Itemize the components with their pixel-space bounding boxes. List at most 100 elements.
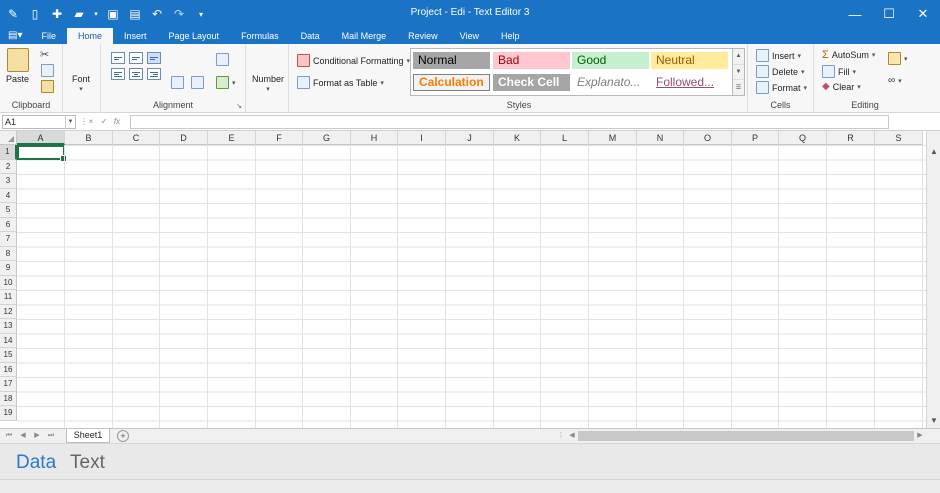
clear-button[interactable]: ◆ Clear ▾	[822, 81, 861, 92]
cancel-formula-button[interactable]: ×	[85, 115, 97, 129]
spreadsheet-grid[interactable]: A B C D E F G H I J K L M N O P Q R S 1 2 3 4 5 6 7 8 9 10 11 12 13 14 15…	[0, 131, 926, 428]
style-bad[interactable]: Bad	[493, 52, 570, 69]
row-header[interactable]: 10	[0, 275, 17, 290]
column-header[interactable]: H	[351, 131, 398, 145]
paste-button[interactable]: Paste	[6, 48, 29, 84]
row-header[interactable]: 6	[0, 217, 17, 232]
insert-function-button[interactable]: fx	[111, 115, 123, 129]
row-header[interactable]: 11	[0, 290, 17, 305]
name-box[interactable]: A1 ▼	[2, 115, 76, 129]
gallery-scroll-up-button[interactable]: ▲	[733, 49, 744, 65]
merge-center-button[interactable]: ▾	[216, 76, 236, 89]
row-header[interactable]: 12	[0, 304, 17, 319]
last-sheet-button[interactable]: ⏭	[45, 429, 57, 443]
style-good[interactable]: Good	[572, 52, 649, 69]
scroll-left-button[interactable]: ◀	[566, 429, 578, 443]
gallery-expand-button[interactable]: ☰	[733, 80, 744, 95]
sort-filter-button[interactable]: ▾	[888, 52, 908, 65]
row-header[interactable]: 14	[0, 333, 17, 348]
fill-button[interactable]: Fill ▾	[822, 65, 856, 78]
row-header[interactable]: 9	[0, 261, 17, 276]
sheet-tab[interactable]: Sheet1	[66, 429, 110, 443]
column-header[interactable]: G	[303, 131, 351, 145]
increase-indent-button[interactable]	[191, 76, 204, 89]
tab-formulas[interactable]: Formulas	[230, 28, 290, 44]
tab-view[interactable]: View	[449, 28, 490, 44]
insert-cells-button[interactable]: Insert ▾	[756, 49, 801, 62]
delete-cells-button[interactable]: Delete ▾	[756, 65, 805, 78]
column-header[interactable]: A	[17, 131, 65, 145]
style-followed-hyperlink[interactable]: Followed...	[651, 74, 728, 91]
enter-formula-button[interactable]: ✓	[98, 115, 110, 129]
gallery-scroll-down-button[interactable]: ▼	[733, 65, 744, 81]
column-header[interactable]: J	[446, 131, 494, 145]
style-explanatory[interactable]: Explanato...	[572, 74, 649, 91]
style-check-cell[interactable]: Check Cell	[493, 74, 570, 91]
column-header[interactable]: C	[113, 131, 160, 145]
row-header[interactable]: 17	[0, 377, 17, 392]
maximize-button[interactable]: ☐	[872, 0, 906, 28]
tab-data[interactable]: Data	[290, 28, 331, 44]
minimize-button[interactable]: —	[838, 0, 872, 28]
select-all-button[interactable]	[0, 131, 17, 145]
row-header[interactable]: 16	[0, 362, 17, 377]
decrease-indent-button[interactable]	[171, 76, 184, 89]
close-button[interactable]: ✕	[906, 0, 940, 28]
tab-review[interactable]: Review	[397, 28, 449, 44]
first-sheet-button[interactable]: ⏮	[3, 429, 15, 443]
number-button[interactable]: Number ▾	[252, 74, 284, 93]
view-tab-text[interactable]: Text	[70, 452, 105, 474]
tab-mail-merge[interactable]: Mail Merge	[331, 28, 398, 44]
column-header[interactable]: D	[160, 131, 208, 145]
column-header[interactable]: P	[732, 131, 779, 145]
formula-input[interactable]	[130, 115, 889, 129]
redo-icon[interactable]: ↷	[170, 5, 188, 23]
add-sheet-button[interactable]: +	[117, 430, 129, 442]
column-header[interactable]: K	[494, 131, 541, 145]
horizontal-scrollbar[interactable]: ◀ ▶	[566, 430, 926, 442]
row-header[interactable]: 2	[0, 159, 17, 174]
print-preview-icon[interactable]: ▤	[126, 5, 144, 23]
column-header[interactable]: S	[875, 131, 923, 145]
next-sheet-button[interactable]: ▶	[31, 429, 43, 443]
app-menu-button[interactable]: ▤▾	[0, 28, 30, 44]
style-calculation[interactable]: Calculation	[413, 74, 490, 91]
scroll-up-button[interactable]: ▲	[927, 145, 940, 159]
find-select-button[interactable]: ∞ ▾	[888, 75, 902, 86]
open-folder-icon[interactable]: ▰	[70, 5, 88, 23]
row-header[interactable]: 19	[0, 406, 17, 421]
align-left-button[interactable]	[111, 68, 125, 80]
column-header[interactable]: F	[256, 131, 303, 145]
scroll-right-button[interactable]: ▶	[914, 429, 926, 443]
chevron-down-icon[interactable]: ▾	[92, 5, 100, 23]
column-header[interactable]: B	[65, 131, 113, 145]
horizontal-scroll-thumb[interactable]	[578, 431, 914, 441]
style-neutral[interactable]: Neutral	[651, 52, 728, 69]
view-tab-data[interactable]: Data	[16, 452, 56, 474]
format-as-table-button[interactable]: Format as Table ▾	[297, 76, 384, 89]
row-header[interactable]: 1	[0, 145, 17, 160]
column-header[interactable]: L	[541, 131, 589, 145]
row-header[interactable]: 4	[0, 188, 17, 203]
customize-toolbar-icon[interactable]: ▾	[192, 5, 210, 23]
format-painter-button[interactable]	[41, 80, 54, 93]
row-header[interactable]: 7	[0, 232, 17, 247]
copy-button[interactable]	[41, 64, 54, 77]
column-header[interactable]: I	[398, 131, 446, 145]
row-header[interactable]: 15	[0, 348, 17, 363]
wrap-text-button[interactable]	[216, 53, 229, 66]
autosum-button[interactable]: Σ AutoSum ▾	[822, 49, 875, 61]
tab-file[interactable]: File	[30, 28, 67, 44]
align-right-button[interactable]	[147, 68, 161, 80]
scroll-down-button[interactable]: ▼	[927, 414, 940, 428]
alignment-dialog-launcher[interactable]: ↘	[236, 102, 242, 110]
tab-insert[interactable]: Insert	[113, 28, 158, 44]
undo-icon[interactable]: ↶	[148, 5, 166, 23]
column-header[interactable]: O	[684, 131, 732, 145]
vertical-scrollbar[interactable]: ▲ ▼	[926, 131, 940, 428]
column-header[interactable]: Q	[779, 131, 827, 145]
save-icon[interactable]: ▣	[104, 5, 122, 23]
tab-page-layout[interactable]: Page Layout	[158, 28, 231, 44]
row-header[interactable]: 3	[0, 174, 17, 189]
style-normal[interactable]: Normal	[413, 52, 490, 69]
